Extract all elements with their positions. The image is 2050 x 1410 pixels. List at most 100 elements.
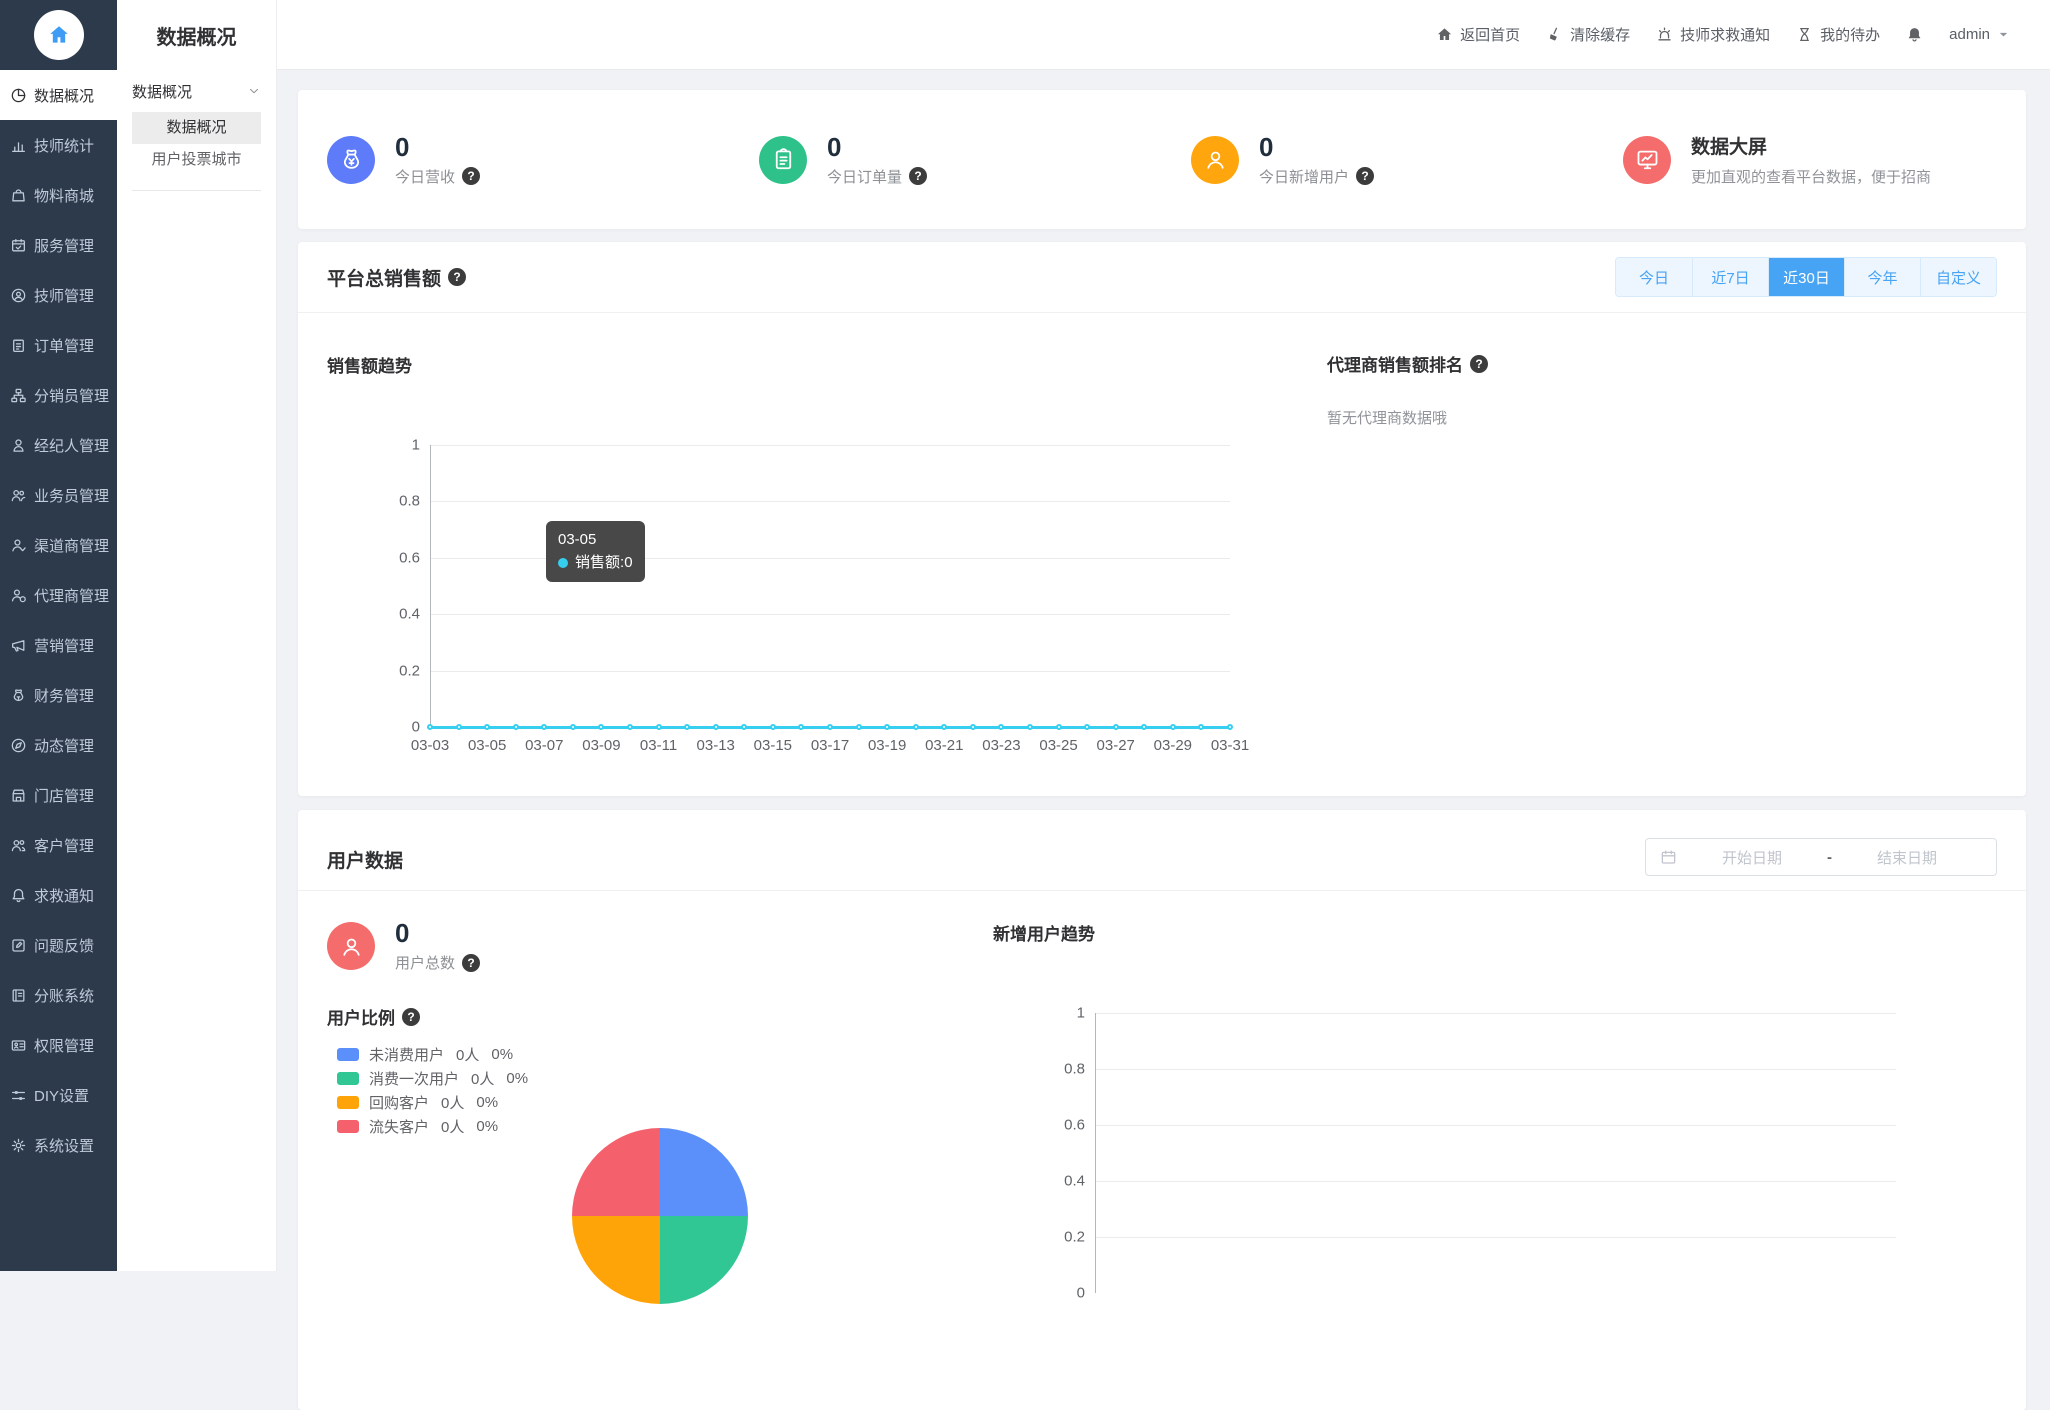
sidebar-item[interactable]: 分销员管理 <box>0 370 117 420</box>
sidebar-item[interactable]: 代理商管理 <box>0 570 117 620</box>
bigscreen-title: 数据大屏 <box>1691 132 1931 159</box>
sidebar-item[interactable]: 分账系统 <box>0 970 117 1020</box>
date-range-tab[interactable]: 自定义 <box>1920 258 1996 296</box>
legend-item[interactable]: 流失客户 0人 0% <box>337 1119 528 1133</box>
edit-square-icon <box>10 937 27 954</box>
sidebar-item[interactable]: 门店管理 <box>0 770 117 820</box>
app-logo[interactable] <box>0 0 117 70</box>
divider <box>298 890 2026 891</box>
sidebar-item-label: DIY设置 <box>34 1085 89 1106</box>
submenu-group-header[interactable]: 数据概况 <box>117 70 276 112</box>
help-icon[interactable]: ? <box>1470 355 1488 373</box>
legend-item[interactable]: 回购客户 0人 0% <box>337 1095 528 1109</box>
header-nav-item[interactable]: 我的待办 <box>1796 24 1880 45</box>
header-nav-label: 清除缓存 <box>1570 24 1630 45</box>
user-ratio-pie <box>572 1128 748 1304</box>
gear-icon <box>10 1137 27 1154</box>
calendar-check-icon <box>10 237 27 254</box>
date-range-tabs: 今日 近7日 近30日 今年 自定义 <box>1615 257 1997 297</box>
help-icon[interactable]: ? <box>462 954 480 972</box>
legend-swatch <box>337 1096 359 1109</box>
sidebar-item-label: 权限管理 <box>34 1035 94 1056</box>
legend-percent: 0% <box>491 1046 513 1063</box>
help-icon[interactable]: ? <box>909 167 927 185</box>
sidebar-item[interactable]: 营销管理 <box>0 620 117 670</box>
main-area: 返回首页 清除缓存 技师求救通知 我的待办 admin <box>277 0 2050 1271</box>
header-nav-item[interactable]: 清除缓存 <box>1546 24 1630 45</box>
stat-icon-circle <box>327 136 375 184</box>
user-menu[interactable]: admin <box>1949 26 2010 43</box>
bigscreen-icon-circle <box>1623 136 1671 184</box>
sidebar-item[interactable]: 系统设置 <box>0 1120 117 1170</box>
user-trend-chart: 00.20.40.60.81 <box>1095 1013 1896 1293</box>
help-icon[interactable]: ? <box>1356 167 1374 185</box>
sidebar-item[interactable]: 订单管理 <box>0 320 117 370</box>
header-nav-label: 技师求救通知 <box>1680 24 1770 45</box>
sidebar-item-label: 订单管理 <box>34 335 94 356</box>
sidebar-item-label: 分账系统 <box>34 985 94 1006</box>
stat-block: 0 今日新增用户 ? <box>1162 133 1594 187</box>
sidebar-item-label: 数据概况 <box>34 85 94 106</box>
help-icon[interactable]: ? <box>462 167 480 185</box>
notifications-button[interactable] <box>1906 26 1923 43</box>
monitor-chart-icon <box>1634 146 1661 173</box>
legend-count: 0人 <box>456 1044 479 1065</box>
sidebar-item-label: 问题反馈 <box>34 935 94 956</box>
sidebar-item[interactable]: 技师管理 <box>0 270 117 320</box>
sidebar-item-label: 技师统计 <box>34 135 94 156</box>
date-range-tab[interactable]: 近30日 <box>1768 258 1844 296</box>
submenu-item[interactable]: 数据概况 <box>132 112 261 144</box>
series-dot <box>558 558 568 568</box>
sidebar-item[interactable]: 业务员管理 <box>0 470 117 520</box>
storefront-icon <box>10 787 27 804</box>
bigscreen-subtitle: 更加直观的查看平台数据，便于招商 <box>1691 166 1931 187</box>
date-range-tab[interactable]: 今日 <box>1616 258 1692 296</box>
clipboard-stat-icon <box>770 146 797 173</box>
date-range-tab[interactable]: 今年 <box>1844 258 1920 296</box>
legend-swatch <box>337 1072 359 1085</box>
legend-item[interactable]: 消费一次用户 0人 0% <box>337 1071 528 1085</box>
y-axis-line <box>1095 1013 1096 1293</box>
submenu-item[interactable]: 用户投票城市 <box>132 144 261 176</box>
sidebar-item-label: 物料商城 <box>34 185 94 206</box>
sidebar-item[interactable]: DIY设置 <box>0 1070 117 1120</box>
date-range-picker[interactable]: 开始日期 - 结束日期 <box>1645 838 1997 876</box>
help-icon[interactable]: ? <box>402 1008 420 1026</box>
header-nav-item[interactable]: 返回首页 <box>1436 24 1520 45</box>
id-card-icon <box>10 1037 27 1054</box>
sidebar-item[interactable]: 问题反馈 <box>0 920 117 970</box>
sidebar-item[interactable]: 物料商城 <box>0 170 117 220</box>
home-icon <box>1436 26 1453 43</box>
sidebar-item[interactable]: 技师统计 <box>0 120 117 170</box>
legend-label: 流失客户 <box>369 1116 429 1137</box>
pie-legend: 未消费用户 0人 0% 消费一次用户 0人 0% 回购客户 0人 0% 流失客户… <box>337 1047 528 1133</box>
sidebar-item[interactable]: 服务管理 <box>0 220 117 270</box>
legend-percent: 0% <box>506 1070 528 1087</box>
divider <box>132 190 261 191</box>
data-bigscreen-link[interactable]: 数据大屏 更加直观的查看平台数据，便于招商 <box>1594 132 2026 187</box>
user-ratio-title: 用户比例 ? <box>327 1004 420 1029</box>
user-stat-icon <box>1202 146 1229 173</box>
sidebar-item-label: 渠道商管理 <box>34 535 109 556</box>
sidebar-item[interactable]: 权限管理 <box>0 1020 117 1070</box>
bell-icon <box>1906 26 1923 43</box>
sidebar-item[interactable]: 求救通知 <box>0 870 117 920</box>
help-icon[interactable]: ? <box>448 268 466 286</box>
sidebar-item[interactable]: 渠道商管理 <box>0 520 117 570</box>
sidebar-item[interactable]: 动态管理 <box>0 720 117 770</box>
date-range-tab[interactable]: 近7日 <box>1692 258 1768 296</box>
sidebar-item[interactable]: 数据概况 <box>0 70 117 120</box>
sidebar-item[interactable]: 客户管理 <box>0 820 117 870</box>
header-nav-item[interactable]: 技师求救通知 <box>1656 24 1770 45</box>
people-icon <box>10 487 27 504</box>
sidebar-item-label: 经纪人管理 <box>34 435 109 456</box>
legend-item[interactable]: 未消费用户 0人 0% <box>337 1047 528 1061</box>
sidebar-item[interactable]: 经纪人管理 <box>0 420 117 470</box>
sidebar-item[interactable]: 财务管理 <box>0 670 117 720</box>
chart-tooltip: 03-05 销售额 : 0 <box>546 521 645 582</box>
sales-line-chart: 03-05 销售额 : 0 00.20.40.60.8103-0303-0503… <box>430 445 1230 727</box>
legend-percent: 0% <box>476 1118 498 1135</box>
user-icon <box>338 933 365 960</box>
sidebar-item-label: 动态管理 <box>34 735 94 756</box>
secondary-sidebar: 数据概况 数据概况 数据概况 用户投票城市 <box>117 0 277 1271</box>
